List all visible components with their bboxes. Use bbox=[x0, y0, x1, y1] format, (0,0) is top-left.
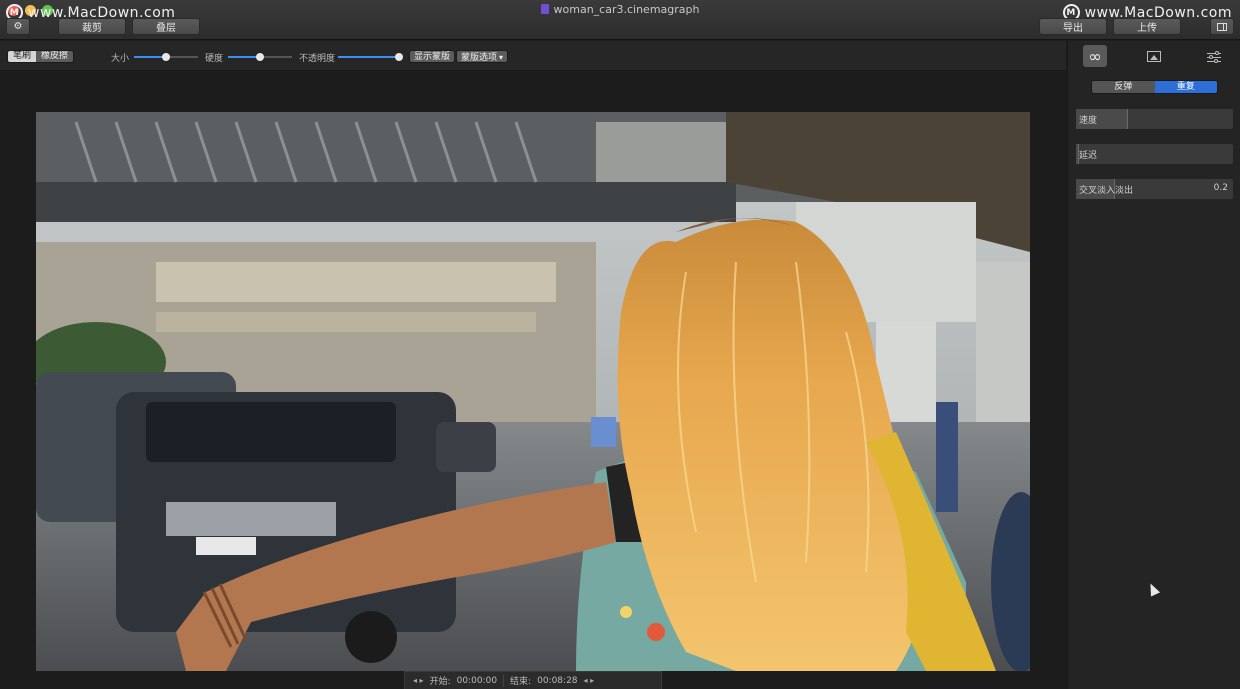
eraser-tool-button[interactable]: 橡皮擦 bbox=[36, 51, 74, 62]
gear-icon: ⚙ bbox=[13, 21, 23, 32]
mask-options-label: 蒙版选项 bbox=[461, 53, 498, 63]
opacity-slider-knob[interactable] bbox=[394, 53, 403, 61]
start-trim-arrows-icon[interactable]: ◂ ▸ bbox=[413, 676, 424, 685]
start-time[interactable]: 00:00:00 bbox=[457, 676, 497, 686]
export-button[interactable]: 导出 bbox=[1039, 18, 1107, 35]
window-title-text: woman_car3.cinemagraph bbox=[553, 3, 700, 16]
timeline-bar: ◂ ▸ 开始: 00:00:00 结束: 00:08:28 ◂ ▸ bbox=[404, 671, 662, 689]
tab-loop[interactable]: ∞ bbox=[1083, 45, 1107, 67]
bounce-mode-button[interactable]: 反弹 bbox=[1092, 81, 1155, 93]
sidebar-icon bbox=[1217, 22, 1227, 31]
crossfade-label: 交叉淡入淡出 bbox=[1079, 186, 1134, 196]
delay-label: 延迟 bbox=[1079, 151, 1098, 161]
brush-eraser-toggle: 笔刷 橡皮擦 bbox=[7, 50, 75, 63]
inspector-tabs: ∞ bbox=[1068, 45, 1240, 69]
adjustments-icon bbox=[1207, 50, 1221, 63]
document-icon bbox=[540, 4, 549, 14]
opacity-slider[interactable] bbox=[338, 53, 403, 61]
crossfade-slider[interactable]: 交叉淡入淡出 0.2 bbox=[1076, 179, 1233, 199]
timeline-divider bbox=[503, 674, 505, 687]
size-label: 大小 bbox=[111, 54, 130, 64]
end-trim-arrows-icon[interactable]: ◂ ▸ bbox=[584, 676, 595, 685]
delay-slider[interactable]: 延迟 bbox=[1076, 144, 1233, 164]
tab-adjustments[interactable] bbox=[1202, 45, 1226, 67]
loop-icon: ∞ bbox=[1088, 46, 1102, 66]
title-bar: M www.MacDown.com woman_car3.cinemagraph… bbox=[0, 0, 1240, 40]
overlay-button[interactable]: 叠层 bbox=[132, 18, 200, 35]
loop-mode-toggle: 反弹 重复 bbox=[1091, 80, 1218, 94]
upload-button[interactable]: 上传 bbox=[1113, 18, 1181, 35]
size-slider-knob[interactable] bbox=[162, 53, 170, 61]
chevron-down-icon: ▾ bbox=[499, 53, 504, 62]
brush-tool-button[interactable]: 笔刷 bbox=[8, 51, 37, 62]
size-slider[interactable] bbox=[134, 53, 198, 61]
hardness-label: 硬度 bbox=[205, 54, 224, 64]
crop-button[interactable]: 裁剪 bbox=[58, 18, 126, 35]
show-mask-button[interactable]: 显示蒙版 bbox=[409, 50, 456, 63]
speed-slider[interactable]: 速度 bbox=[1076, 109, 1233, 129]
image-icon bbox=[1147, 50, 1161, 62]
toggle-sidebar-button[interactable] bbox=[1210, 18, 1234, 35]
start-label: 开始: bbox=[429, 677, 451, 687]
opacity-slider-fill bbox=[338, 56, 399, 58]
crossfade-value: 0.2 bbox=[1213, 183, 1228, 193]
speed-label: 速度 bbox=[1079, 116, 1098, 126]
editor-canvas[interactable] bbox=[0, 72, 1066, 689]
app-menu-button[interactable]: ⚙ bbox=[6, 18, 30, 35]
tab-image[interactable] bbox=[1142, 45, 1166, 67]
mask-options-dropdown[interactable]: 蒙版选项 ▾ bbox=[456, 50, 509, 63]
opacity-label: 不透明度 bbox=[299, 54, 336, 64]
cinemagraph-preview[interactable] bbox=[36, 112, 1030, 671]
repeat-mode-button[interactable]: 重复 bbox=[1154, 81, 1217, 93]
mask-toolbar: 笔刷 橡皮擦 大小 硬度 不透明度 显示蒙版 蒙版选项 ▾ bbox=[0, 41, 1066, 71]
end-time[interactable]: 00:08:28 bbox=[537, 676, 577, 686]
preview-image bbox=[36, 112, 1030, 671]
end-label: 结束: bbox=[510, 677, 532, 687]
hardness-slider-knob[interactable] bbox=[256, 53, 264, 61]
window-title: woman_car3.cinemagraph bbox=[0, 3, 1240, 16]
hardness-slider[interactable] bbox=[228, 53, 292, 61]
